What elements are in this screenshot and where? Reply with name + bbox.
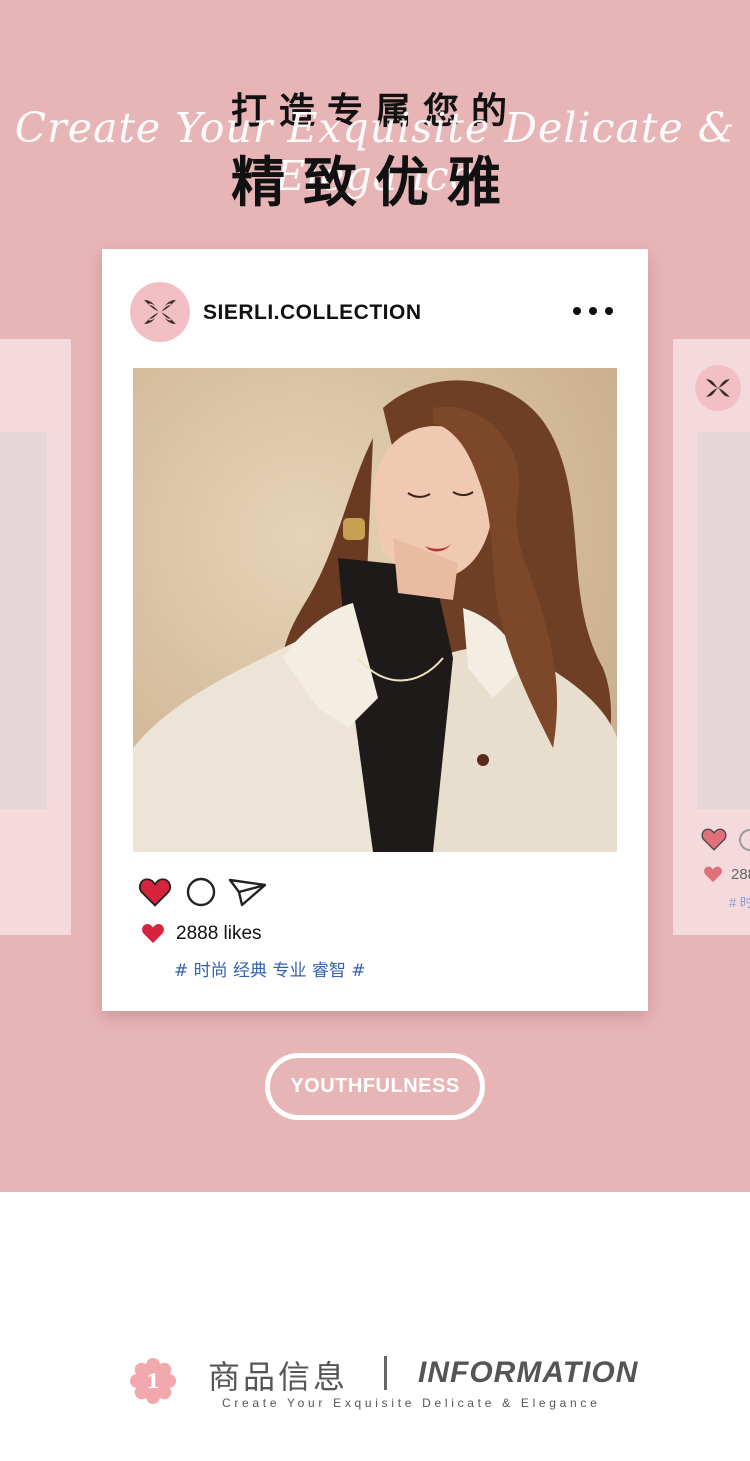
heart-icon — [704, 866, 722, 883]
section-subtitle: Create Your Exquisite Delicate & Eleganc… — [222, 1396, 601, 1410]
share-icon[interactable] — [228, 877, 268, 907]
likes-count: 2888 likes — [176, 923, 262, 944]
side-card-tags: # 时 — [729, 895, 750, 910]
post-card: SIERLI.COLLECTION 2888 likes # 时尚 经典 专业 … — [102, 249, 648, 1011]
side-card-likes: 288 — [731, 866, 750, 883]
more-dots-icon[interactable] — [573, 307, 613, 317]
comment-icon — [739, 829, 750, 851]
side-card-right[interactable]: 288 # 时 — [673, 339, 750, 935]
side-card-right-image — [697, 432, 750, 809]
side-card-left — [0, 339, 71, 935]
hero-title-line2: 精致优雅 — [231, 151, 519, 214]
post-account-name[interactable]: SIERLI.COLLECTION — [203, 301, 422, 325]
heart-icon — [701, 828, 727, 851]
comment-icon[interactable] — [186, 877, 216, 907]
youthfulness-button[interactable]: YOUTHFULNESS — [265, 1053, 485, 1120]
heart-icon[interactable] — [138, 876, 172, 908]
post-tags[interactable]: # 时尚 经典 专业 睿智 # — [174, 956, 366, 981]
hero-banner: 打造专属您的 Create Your Exquisite Delicate & … — [0, 0, 750, 1192]
heart-icon — [142, 924, 164, 943]
brand-logo-icon[interactable] — [130, 282, 190, 342]
section-number: 1 — [146, 1369, 160, 1393]
section-title-en: INFORMATION — [418, 1356, 639, 1389]
side-card-left-image — [0, 432, 47, 809]
section-title-cn: 商品信息 — [208, 1358, 349, 1396]
post-photo — [133, 368, 617, 852]
section-divider — [384, 1356, 387, 1390]
brand-logo-icon — [695, 365, 741, 411]
